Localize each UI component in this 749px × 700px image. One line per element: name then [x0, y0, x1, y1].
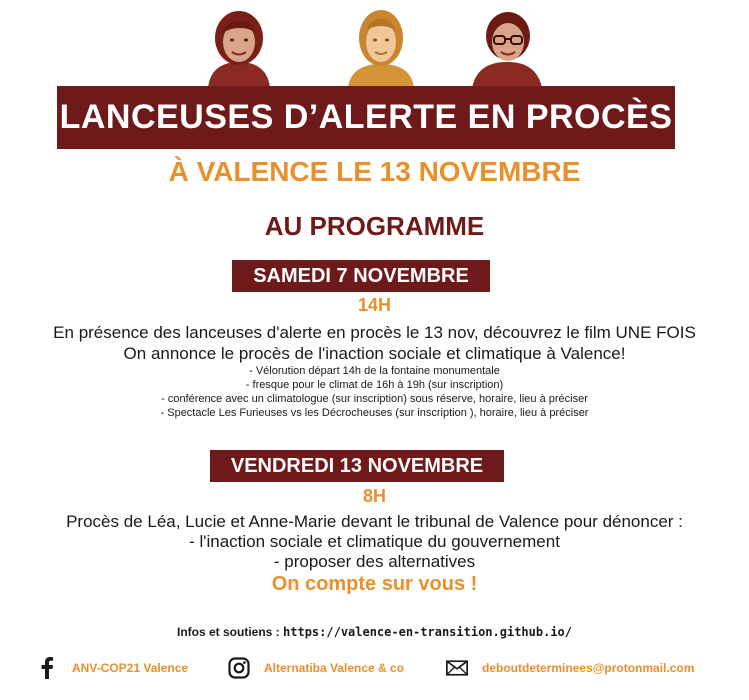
- facebook-icon: [36, 657, 58, 679]
- day1-banner: SAMEDI 7 NOVEMBRE: [232, 260, 490, 292]
- list-item: - conférence avec un climatologue (sur i…: [161, 393, 588, 405]
- call-to-action: On compte sur vous !: [271, 573, 478, 595]
- facebook-contact[interactable]: ANV-COP21 Valence: [36, 654, 188, 682]
- instagram-contact[interactable]: Alternatiba Valence & co: [228, 654, 404, 682]
- page-title: LANCEUSES D’ALERTE EN PROCÈS: [59, 98, 673, 136]
- day1-label: SAMEDI 7 NOVEMBRE: [253, 265, 469, 287]
- email-label: deboutdeterminees@protonmail.com: [482, 661, 695, 675]
- instagram-label: Alternatiba Valence & co: [264, 661, 405, 675]
- envelope-icon: [446, 657, 468, 679]
- infos-label: Infos et soutiens :: [177, 625, 284, 639]
- portrait-3: [468, 4, 546, 88]
- list-item: - Vélorution départ 14h de la fontaine m…: [249, 365, 500, 377]
- infos-line: Infos et soutiens : https://valence-en-t…: [0, 625, 749, 639]
- programme-heading: AU PROGRAMME: [264, 211, 485, 241]
- portrait-3-image: [472, 12, 542, 88]
- day1-time: 14H: [357, 295, 392, 315]
- list-item: - fresque pour le climat de 16h à 19h (s…: [245, 379, 504, 391]
- day2-time: 8H: [362, 486, 386, 506]
- portrait-1-image: [208, 11, 270, 88]
- facebook-label: ANV-COP21 Valence: [72, 661, 189, 675]
- portrait-1: [200, 4, 278, 88]
- website-link[interactable]: https://valence-en-transition.github.io/: [283, 625, 572, 639]
- day2-banner: VENDREDI 13 NOVEMBRE: [210, 450, 504, 482]
- list-item: - Spectacle Les Furieuses vs les Décroch…: [160, 407, 589, 419]
- day1-activity-list: - Vélorution départ 14h de la fontaine m…: [0, 364, 749, 420]
- day2-item-list: - l'inaction sociale et climatique du go…: [0, 532, 749, 572]
- event-subtitle: À VALENCE LE 13 NOVEMBRE: [168, 156, 581, 187]
- day2-label: VENDREDI 13 NOVEMBRE: [230, 455, 484, 477]
- day2-line1: Procès de Léa, Lucie et Anne-Marie devan…: [66, 512, 683, 531]
- day1-line1: En présence des lanceuses d'alerte en pr…: [53, 323, 696, 342]
- list-item: - l'inaction sociale et climatique du go…: [189, 532, 560, 551]
- instagram-icon: [228, 657, 250, 679]
- portrait-2-image: [348, 10, 414, 88]
- day1-line2: On annonce le procès de l'inaction socia…: [123, 344, 626, 363]
- title-banner: LANCEUSES D’ALERTE EN PROCÈS: [57, 86, 675, 149]
- email-contact[interactable]: deboutdeterminees@protonmail.com: [446, 654, 694, 682]
- portrait-2: [342, 4, 420, 88]
- contacts-row: ANV-COP21 Valence Alternatiba Valence & …: [0, 654, 749, 682]
- list-item: - proposer des alternatives: [273, 552, 476, 571]
- portraits-row: [0, 0, 749, 88]
